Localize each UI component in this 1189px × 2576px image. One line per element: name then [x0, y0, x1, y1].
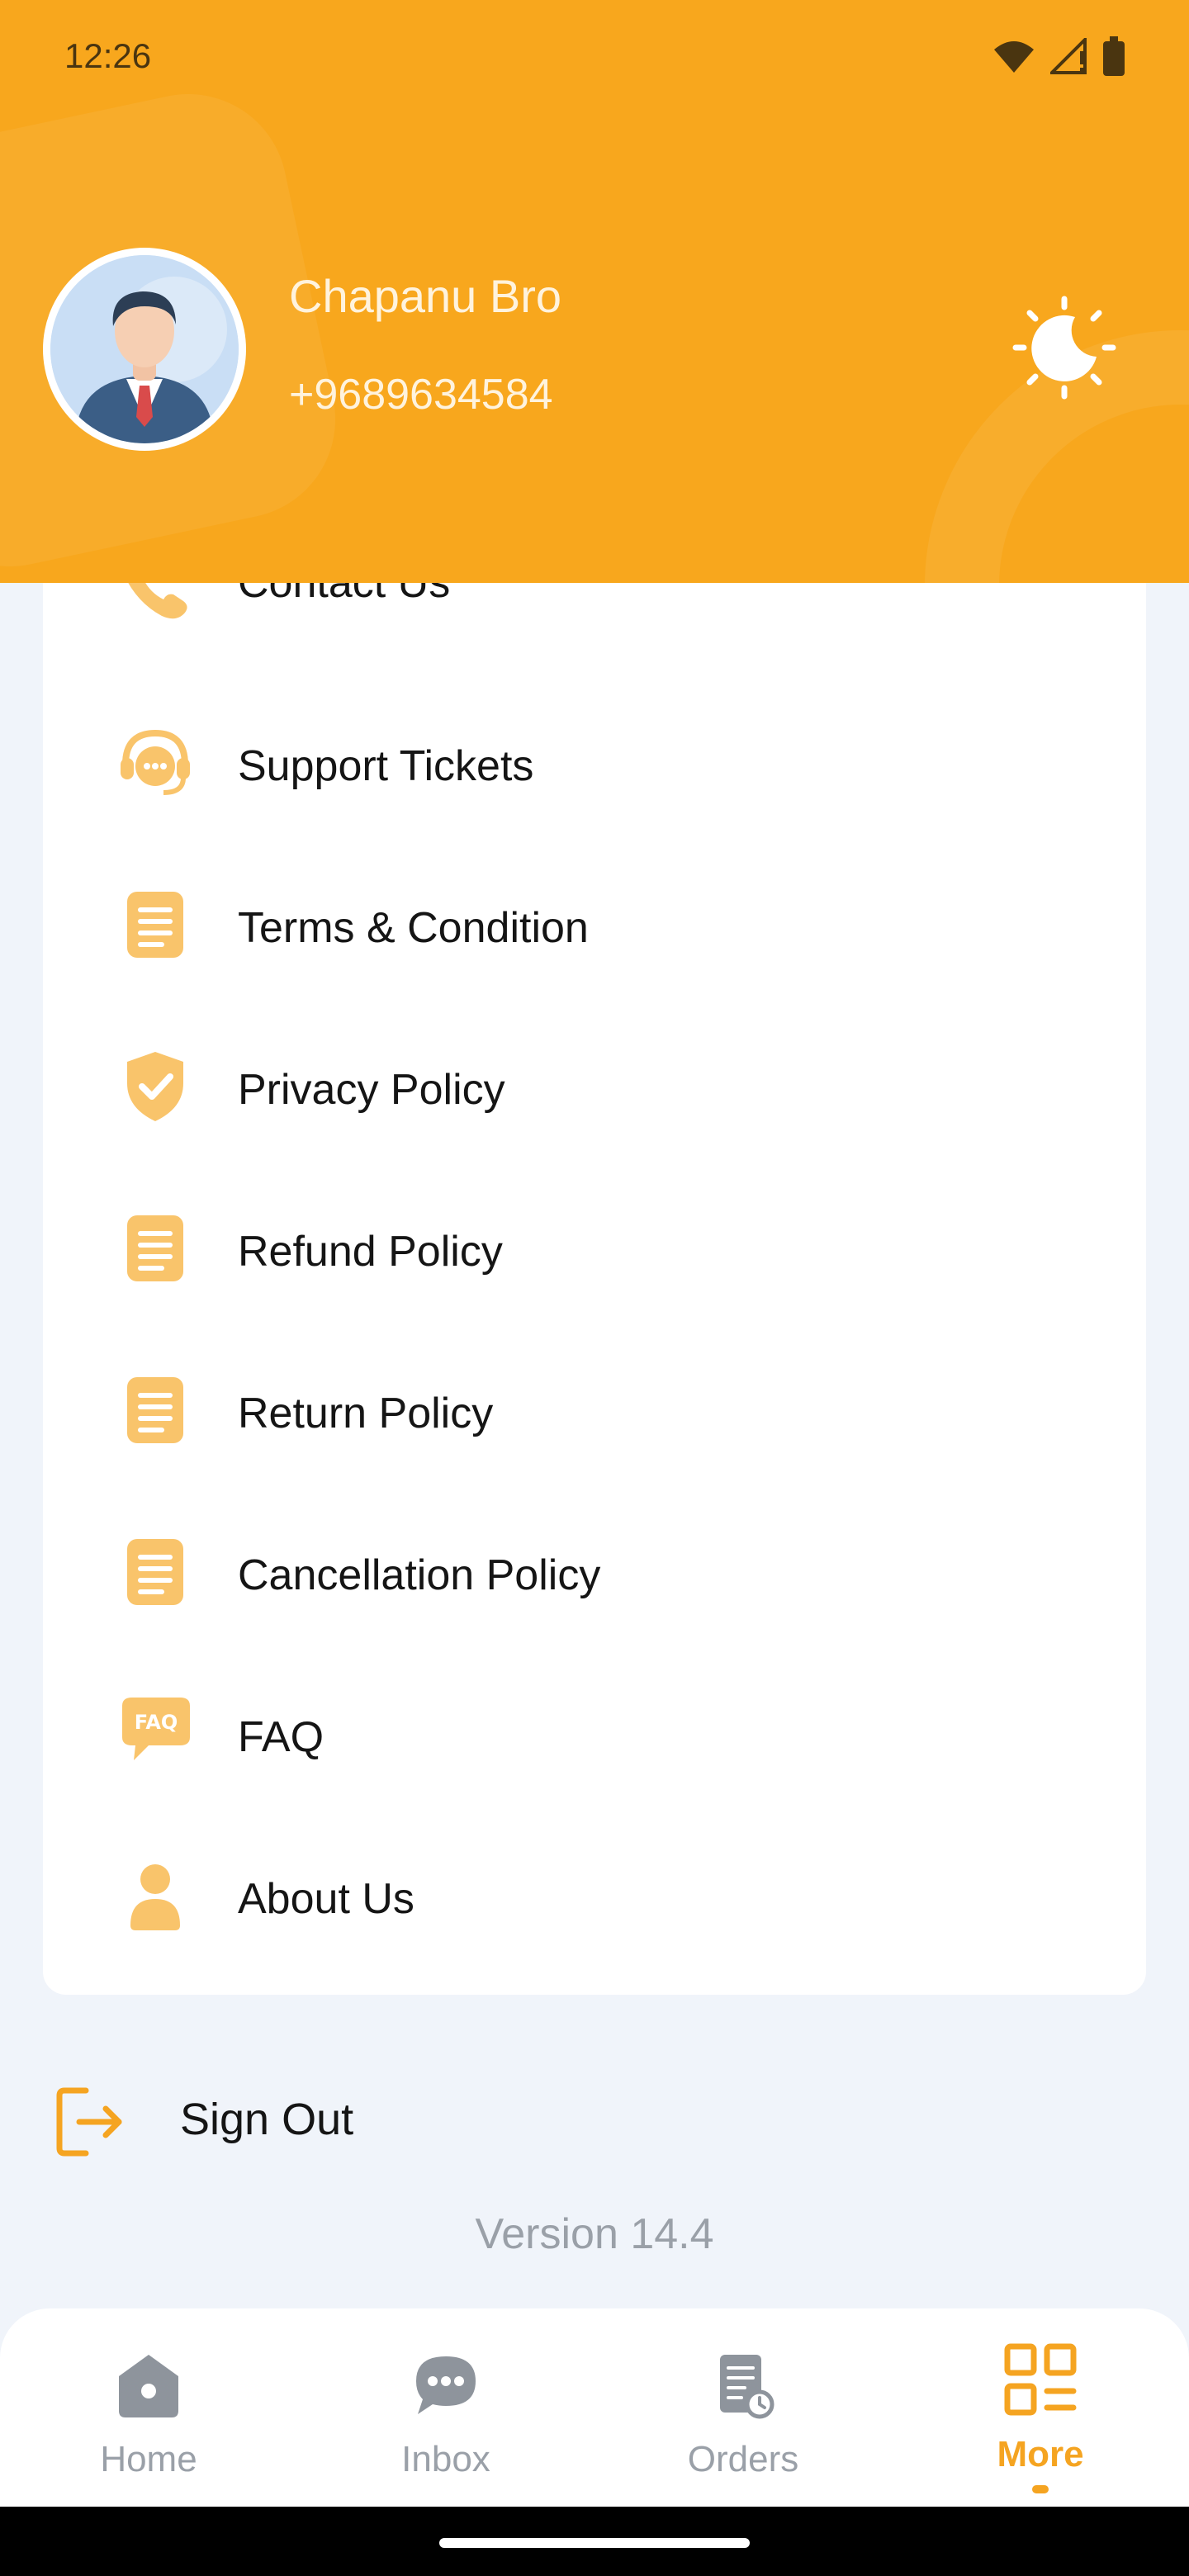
system-gesture-area	[0, 2507, 1189, 2576]
menu-item-label: Return Policy	[238, 1390, 494, 1437]
menu-item-label: Privacy Policy	[238, 1066, 505, 1114]
bottom-navigation: Home Inbox Orders More	[0, 2308, 1189, 2507]
menu-item-return-policy[interactable]: Return Policy	[43, 1338, 1146, 1499]
user-avatar-icon	[50, 255, 239, 443]
menu-item-label: Terms & Condition	[238, 904, 589, 952]
tab-more[interactable]: More	[892, 2308, 1189, 2507]
menu-item-support-tickets[interactable]: Support Tickets	[43, 690, 1146, 852]
sign-out-label: Sign Out	[180, 2095, 354, 2144]
sun-moon-icon	[1012, 296, 1116, 400]
tab-label: More	[997, 2434, 1084, 2474]
menu-item-refund-policy[interactable]: Refund Policy	[43, 1176, 1146, 1338]
svg-text:FAQ: FAQ	[135, 1711, 178, 1734]
menu-item-label: FAQ	[238, 1713, 324, 1761]
document-icon	[127, 1215, 183, 1281]
user-phone: +9689634584	[289, 371, 553, 419]
tab-orders[interactable]: Orders	[594, 2308, 892, 2507]
menu-item-terms[interactable]: Terms & Condition	[43, 852, 1146, 1014]
menu-item-privacy-policy[interactable]: Privacy Policy	[43, 1014, 1146, 1176]
menu-item-label: Support Tickets	[238, 742, 534, 790]
menu-item-about-us[interactable]: About Us	[43, 1823, 1146, 1985]
sign-out-icon	[56, 2087, 122, 2157]
tab-label: Home	[100, 2439, 197, 2479]
tab-home[interactable]: Home	[0, 2308, 297, 2507]
tab-inbox[interactable]: Inbox	[297, 2308, 594, 2507]
home-icon	[119, 2355, 178, 2417]
more-screen: 12:26 Chapanu Bro +9689634584 Contact Us…	[0, 0, 1189, 2576]
menu-item-faq[interactable]: FAQ FAQ	[43, 1661, 1146, 1823]
active-tab-indicator	[1032, 2485, 1049, 2493]
status-time: 12:26	[64, 36, 152, 75]
orders-icon	[720, 2355, 775, 2419]
menu-item-label: Refund Policy	[238, 1228, 503, 1276]
faq-bubble-icon: FAQ	[122, 1698, 190, 1760]
wifi-icon	[994, 41, 1034, 73]
tab-label: Inbox	[401, 2439, 490, 2479]
document-icon	[127, 1539, 183, 1605]
tab-label: Orders	[687, 2439, 799, 2479]
avatar-image	[50, 255, 239, 443]
app-version: Version 14.4	[475, 2210, 714, 2258]
person-icon	[130, 1864, 180, 1930]
menu-item-label: About Us	[238, 1875, 414, 1923]
support-headset-icon	[121, 729, 190, 795]
theme-toggle-button[interactable]	[1011, 294, 1118, 401]
status-bar: 12:26	[0, 0, 1189, 116]
grid-menu-icon	[1004, 2343, 1077, 2416]
user-name: Chapanu Bro	[289, 270, 562, 322]
home-gesture-bar[interactable]	[439, 2538, 750, 2548]
profile-header: 12:26 Chapanu Bro +9689634584	[0, 0, 1189, 583]
status-icons	[992, 36, 1125, 76]
signal-icon	[1050, 38, 1087, 74]
menu-item-cancellation-policy[interactable]: Cancellation Policy	[43, 1499, 1146, 1661]
avatar[interactable]	[43, 248, 246, 451]
document-icon	[127, 892, 183, 958]
document-icon	[127, 1377, 183, 1443]
chat-icon	[416, 2356, 476, 2414]
menu-card: Contact Us Support Tickets Terms & Condi…	[43, 528, 1146, 1995]
sign-out-button[interactable]: Sign Out	[43, 2064, 538, 2180]
battery-icon	[1103, 36, 1125, 76]
menu-item-label: Cancellation Policy	[238, 1551, 601, 1599]
shield-check-icon	[127, 1052, 183, 1121]
